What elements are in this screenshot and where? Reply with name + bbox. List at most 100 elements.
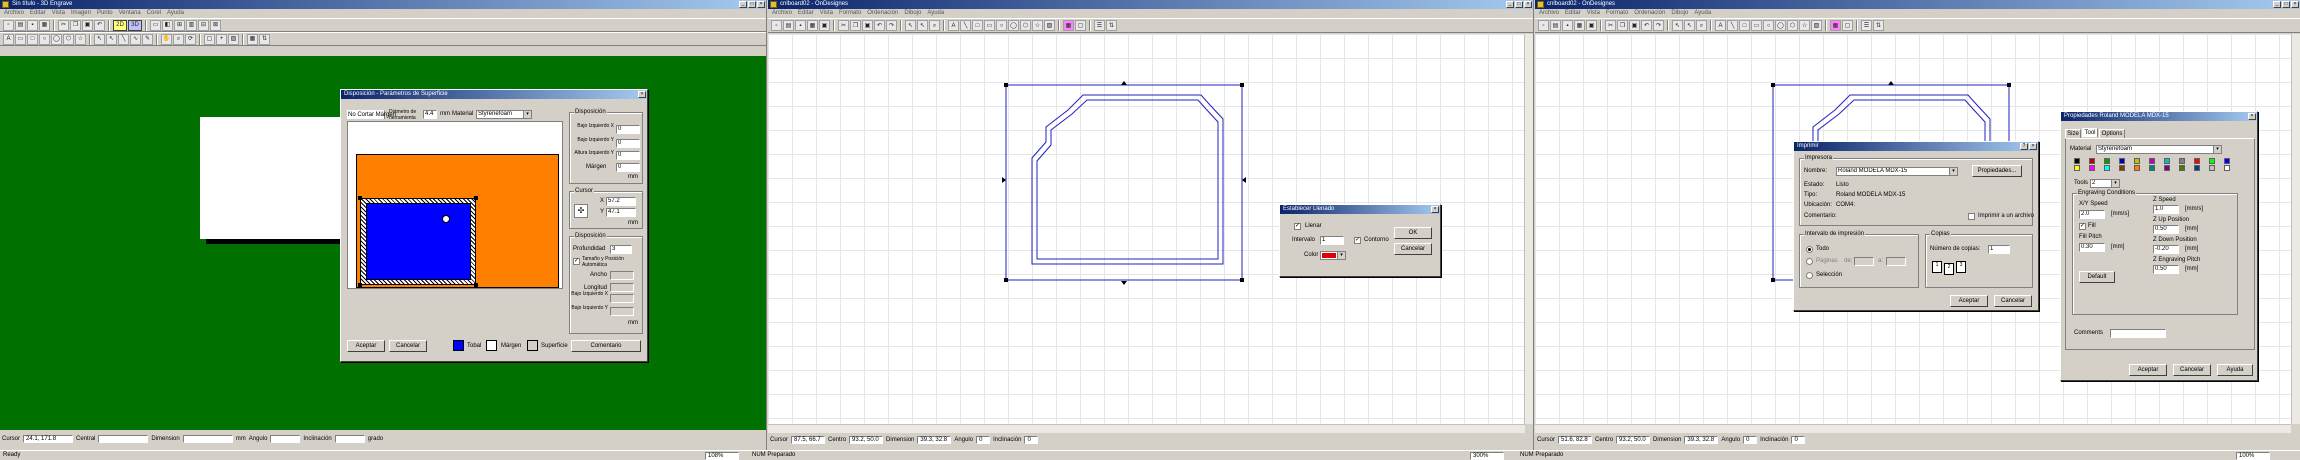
minimize-icon[interactable]: _ xyxy=(2273,1,2281,8)
menu-item[interactable]: Corel xyxy=(147,9,161,18)
menu-item[interactable]: Editar xyxy=(798,9,814,18)
z-speed-input[interactable]: 1.0 xyxy=(2153,205,2179,214)
dialog-title-bar[interactable]: Establecer Llenado × xyxy=(1280,205,1440,214)
handle[interactable] xyxy=(474,196,478,200)
cancel-button[interactable]: Cancelar xyxy=(389,340,427,352)
vertical-scrollbar[interactable] xyxy=(2291,34,2300,424)
menu-item[interactable]: Punto xyxy=(97,9,113,18)
close-icon[interactable]: × xyxy=(1524,1,1532,8)
menu-item[interactable]: Ordenación xyxy=(1634,9,1665,18)
all-radio[interactable] xyxy=(1806,246,1813,253)
handle[interactable] xyxy=(358,196,362,200)
pointer-icon[interactable]: ↖ xyxy=(1672,20,1683,31)
tool-diameter-input[interactable]: 4.4 xyxy=(423,110,437,119)
polygon-icon[interactable]: ⬡ xyxy=(1787,20,1798,31)
fill-checkbox[interactable]: ✓ xyxy=(2079,223,2086,230)
menu-item[interactable]: Ayuda xyxy=(1694,9,1711,18)
pen-icon[interactable]: ✎ xyxy=(142,33,153,45)
ok-button[interactable]: OK xyxy=(1394,227,1432,239)
handle[interactable] xyxy=(474,283,478,287)
hand-icon[interactable]: ✋ xyxy=(161,33,172,45)
accept-button[interactable]: Aceptar xyxy=(1950,295,1988,307)
tool-color-swatch[interactable] xyxy=(2089,165,2095,171)
bajo-y-input[interactable] xyxy=(610,307,634,316)
to-input[interactable] xyxy=(1886,257,1906,266)
copies-input[interactable]: 1 xyxy=(1988,245,2010,254)
cut-icon[interactable]: ✂ xyxy=(838,20,849,31)
rotate-icon[interactable]: ⟳ xyxy=(185,33,196,45)
close-icon[interactable]: × xyxy=(2248,113,2256,120)
menu-item[interactable]: Dibujo xyxy=(904,9,921,18)
default-button[interactable]: Default xyxy=(2079,271,2115,283)
undo-icon[interactable]: ↶ xyxy=(1641,20,1652,31)
menu-item[interactable]: Ordenación xyxy=(867,9,898,18)
menu-item[interactable]: Ayuda xyxy=(167,9,184,18)
selection-radio[interactable] xyxy=(1806,272,1813,279)
copy-icon[interactable]: ❐ xyxy=(850,20,861,31)
tool-color-swatch[interactable] xyxy=(2224,158,2230,164)
undo-icon[interactable]: ↶ xyxy=(94,19,105,31)
tools-select[interactable]: 2 xyxy=(2090,179,2120,188)
z-engraving-pitch-input[interactable]: 0.50 xyxy=(2153,265,2179,274)
tool-color-swatch[interactable] xyxy=(2134,165,2140,171)
close-icon[interactable]: × xyxy=(757,1,765,8)
menu-item[interactable]: Formato xyxy=(839,9,861,18)
node-icon[interactable]: ↖ xyxy=(1684,20,1695,31)
margen-input[interactable]: 0 xyxy=(616,163,640,172)
outline-icon[interactable]: ▢ xyxy=(1842,20,1853,31)
tool-color-swatch[interactable] xyxy=(2089,158,2095,164)
handle[interactable] xyxy=(358,283,362,287)
menu-item[interactable]: Editar xyxy=(30,9,46,18)
length-input[interactable] xyxy=(610,283,634,292)
pages-radio[interactable] xyxy=(1806,258,1813,265)
redo-icon[interactable]: ↷ xyxy=(1653,20,1664,31)
image-icon[interactable]: ▨ xyxy=(1811,20,1822,31)
z-down-input[interactable]: -0.20 xyxy=(2153,245,2179,254)
tool-icon[interactable]: ⊟ xyxy=(198,19,209,31)
tab-tool[interactable]: Tool xyxy=(2082,128,2098,137)
tool-color-swatch[interactable] xyxy=(2224,165,2230,171)
maximize-icon[interactable]: □ xyxy=(2282,1,2290,8)
polygon-icon[interactable]: ⬡ xyxy=(63,33,74,45)
preview-icon[interactable]: ▣ xyxy=(1586,20,1597,31)
save-icon[interactable]: ▪ xyxy=(1562,20,1573,31)
xy-speed-input[interactable]: 2.0 xyxy=(2079,210,2105,219)
tool-color-swatch[interactable] xyxy=(2119,165,2125,171)
zoom-icon[interactable]: ⌕ xyxy=(1696,20,1707,31)
fill-checkbox[interactable]: ✓ xyxy=(1294,223,1301,230)
cursor-marker[interactable] xyxy=(442,215,450,223)
zoom-icon[interactable]: ⌕ xyxy=(173,33,184,45)
tab-size[interactable]: Size xyxy=(2065,129,2081,138)
rect-icon[interactable]: ▭ xyxy=(15,33,26,45)
rect-icon[interactable]: □ xyxy=(972,20,983,31)
align-icon[interactable]: ☰ xyxy=(1094,20,1105,31)
paste-icon[interactable]: ▣ xyxy=(1629,20,1640,31)
line-icon[interactable]: ╲ xyxy=(1727,20,1738,31)
minimize-icon[interactable]: _ xyxy=(739,1,747,8)
text-icon[interactable]: A xyxy=(1715,20,1726,31)
material-select[interactable]: Styrenefoam xyxy=(476,110,532,119)
tool-color-swatch[interactable] xyxy=(2179,158,2185,164)
close-icon[interactable]: × xyxy=(1431,206,1439,213)
material-select[interactable]: Styrenefoam xyxy=(2096,145,2222,154)
paste-icon[interactable]: ▣ xyxy=(82,19,93,31)
node-icon[interactable]: ↖ xyxy=(917,20,928,31)
help-button[interactable]: Ayuda xyxy=(2217,364,2253,376)
rect-icon[interactable]: ▭ xyxy=(984,20,995,31)
tool-color-swatch[interactable] xyxy=(2104,158,2110,164)
tool-color-swatch[interactable] xyxy=(2074,165,2080,171)
open-icon[interactable]: ▤ xyxy=(15,19,26,31)
tool-color-swatch[interactable] xyxy=(2209,158,2215,164)
undo-icon[interactable]: ↶ xyxy=(874,20,885,31)
ellipse-icon[interactable]: ◯ xyxy=(1775,20,1786,31)
circle-icon[interactable]: ○ xyxy=(1763,20,1774,31)
tool-icon[interactable]: ▥ xyxy=(186,19,197,31)
tab-no-cut-margin[interactable]: No Cortar Márgen xyxy=(347,110,396,119)
star-icon[interactable]: ☆ xyxy=(1799,20,1810,31)
tool-color-swatch[interactable] xyxy=(2194,165,2200,171)
vertical-scrollbar[interactable] xyxy=(1524,34,1533,424)
maximize-icon[interactable]: □ xyxy=(748,1,756,8)
menu-item[interactable]: Vista xyxy=(52,9,65,18)
paste-icon[interactable]: ▣ xyxy=(862,20,873,31)
zoom-icon[interactable]: ⌕ xyxy=(929,20,940,31)
